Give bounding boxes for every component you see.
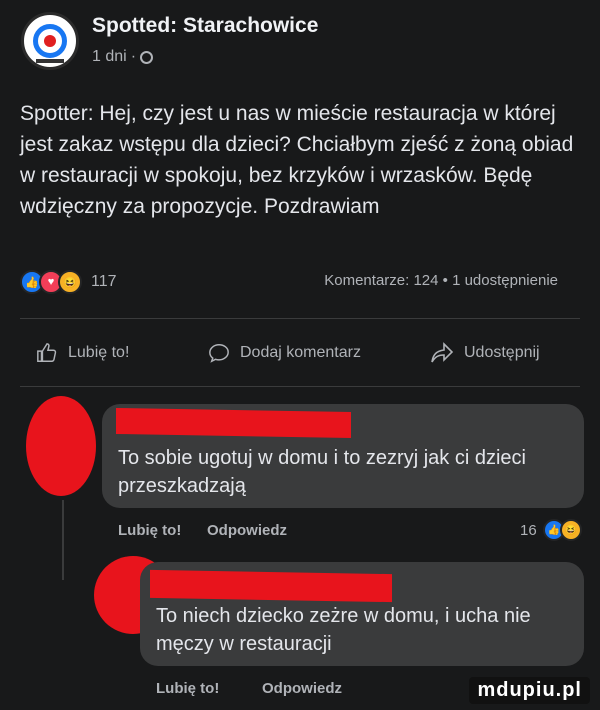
like-label: Lubię to! xyxy=(68,344,130,361)
comment-reply-button[interactable]: Odpowiedz xyxy=(207,522,287,539)
comment-reaction-count: 16 xyxy=(520,521,537,539)
comment-text: To niech dziecko zeżre w domu, i ucha ni… xyxy=(156,605,531,655)
share-label: Udostępnij xyxy=(464,344,540,361)
divider xyxy=(20,318,580,319)
comment-text: To sobie ugotuj w domu i to zezryj jak c… xyxy=(118,447,526,497)
globe-icon xyxy=(140,50,154,64)
reaction-count: 117 xyxy=(91,273,117,290)
haha-icon: 😆 xyxy=(559,519,582,541)
thread-line xyxy=(62,500,64,580)
share-button[interactable]: Udostępnij xyxy=(430,342,540,364)
comment-like-button[interactable]: Lubię to! xyxy=(156,680,219,697)
divider xyxy=(20,386,580,387)
like-button[interactable]: Lubię to! xyxy=(36,342,129,364)
comment-bubble-icon xyxy=(209,344,229,363)
post-meta: 1 dni · xyxy=(92,48,154,66)
thumbs-up-outline-icon xyxy=(37,343,57,362)
page-avatar[interactable] xyxy=(21,12,79,70)
redacted-avatar xyxy=(26,396,96,496)
page-name[interactable]: Spotted: Starachowice xyxy=(92,14,318,38)
comment-label: Dodaj komentarz xyxy=(240,344,361,361)
comment-like-button[interactable]: Lubię to! xyxy=(118,522,181,539)
post-time[interactable]: 1 dni xyxy=(92,48,127,66)
redacted-name xyxy=(150,569,392,603)
post-stats[interactable]: Komentarze: 124 • 1 udostępnienie xyxy=(324,272,558,289)
watermark: mdupiu.pl xyxy=(469,677,590,704)
haha-icon: 😆 xyxy=(58,270,82,294)
comment-reactions[interactable]: 16 👍 😆 xyxy=(520,519,582,541)
share-arrow-icon xyxy=(431,342,454,363)
comment-reply-button[interactable]: Odpowiedz xyxy=(262,680,342,697)
reaction-summary[interactable]: 👍 ♥ 😆 117 xyxy=(20,270,117,294)
comment-button[interactable]: Dodaj komentarz xyxy=(208,342,361,364)
post-text: Spotter: Hej, czy jest u nas w mieście r… xyxy=(20,102,574,218)
redacted-name xyxy=(116,407,351,439)
meta-separator: · xyxy=(130,48,137,65)
